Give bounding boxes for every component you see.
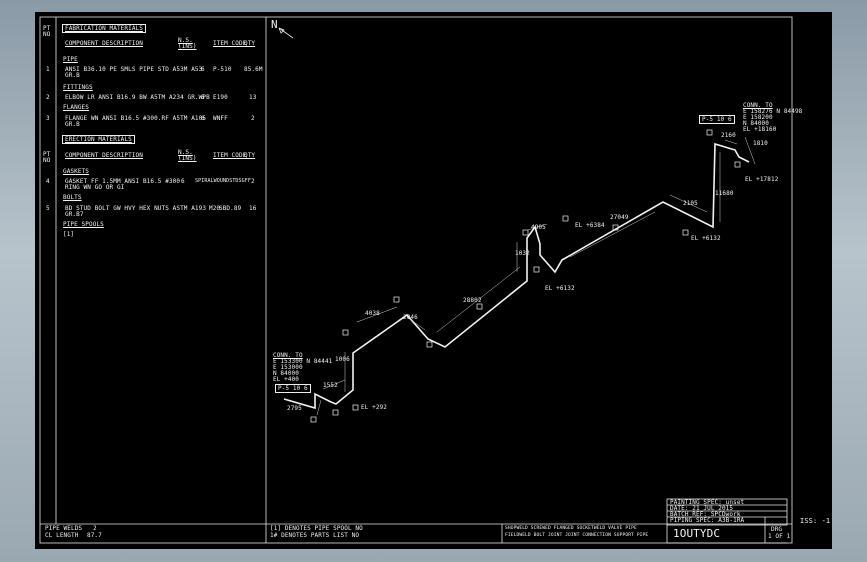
cat-bolts: BOLTS [63,194,82,201]
dim-4038: 4038 [365,310,380,317]
el-17812: EL +17812 [745,176,779,183]
fl-code: WNFF [213,115,228,122]
header-item-2: ITEM CODE [213,152,247,159]
dim-4905: 4905 [531,224,546,231]
drg-sheet: 1 OF 1 [768,533,791,540]
dim-28802: 28802 [463,297,482,304]
gk-desc2: RING WN GO OR GI [65,184,125,191]
dim-1006: 1006 [335,356,350,363]
bt-desc: BD STUD BOLT GW HVY HEX NUTS ASTM A193 [65,205,207,212]
dim-1810: 1810 [753,140,768,147]
bt-desc2: GR.B7 [65,211,84,218]
pipe-spools-heading: PIPE SPOOLS [63,221,104,228]
pipe-route [283,142,750,410]
fabrication-title: FABRICATION MATERIALS [62,24,146,33]
cad-viewport[interactable]: PT NO FABRICATION MATERIALS COMPONENT DE… [35,12,832,549]
gk-qty: 2 [251,178,255,185]
dim-2046: 2046 [403,314,418,321]
gk-no: 4 [46,178,50,185]
legend-row-2: FIELDWELD BOLT JOINT JOINT CONNECTION SU… [505,533,649,538]
el-292: EL +292 [361,404,387,411]
dim-27049: 27049 [610,214,629,221]
pipe-welds-value: 2 [93,525,97,532]
fit-ns: 6 [201,94,205,101]
fl-qty: 2 [251,115,255,122]
bt-qty: 16 [249,205,257,212]
header-ns-2: N.S. (INS) [178,149,197,162]
conn-bottom-el: EL +400 [273,376,299,383]
note-spool: [1] DENOTES PIPE SPOOL NO [270,525,363,532]
gk-code: SPIRALWOUNDSTDSGFF [195,178,251,184]
bt-no: 5 [46,205,50,212]
fit-desc: ELBOW LR ANSI B16.9 BW A5TM A234 GR.WPB [65,94,210,101]
cl-length-value: 87.7 [87,532,102,539]
note-parts: 1# DENOTES PARTS LIST NO [270,532,360,539]
cat-fittings: FITTINGS [63,84,93,91]
pipe-code: P-510 [213,66,232,73]
pipe-ns: 6 [201,66,205,73]
spool-1: [1] [63,231,75,238]
pipe-qty: 85.6M [244,66,263,73]
header-qty: QTY [244,40,256,47]
issue-number: ISS: -1 [800,517,831,525]
header-ns: N.S. (INS) [178,37,197,50]
fit-no: 2 [46,94,50,101]
pipe-desc: ANSI B36.10 PE SMLS PIPE STD A53M A53 [65,66,203,73]
isometric-drawing [39,16,793,544]
header-component-2: COMPONENT DESCRIPTION [65,152,143,159]
drawing-number: 1OUTYDC [673,527,721,540]
header-qty-2: QTY [244,152,256,159]
tag-bottom: P-5 10 6 [275,384,311,393]
el-6132-a: EL +6132 [545,285,575,292]
erection-title: ERECTION MATERIALS [62,135,135,144]
dim-2105: 2105 [683,200,698,207]
fl-desc2: GR.B [65,121,80,128]
fit-qty: 13 [249,94,257,101]
header-component: COMPONENT DESCRIPTION [65,40,143,47]
cat-pipe: PIPE [63,56,78,63]
el-6384: EL +6384 [575,222,605,229]
pipe-no: 1 [46,66,50,73]
drg-label: DRG [771,526,783,533]
pipe-welds-label: PIPE WELDS [45,525,83,532]
pipe-desc2: GR.B [65,72,80,79]
fit-code: E190 [213,94,228,101]
pt-no-header-2: PT NO [43,151,51,164]
cat-gaskets: GASKETS [63,168,89,175]
fl-ns: 6 [201,115,205,122]
fl-desc: FLANGE WN ANSI B16.5 #300.RF A5TM A105 [65,115,207,122]
piping-spec: PIPING SPEC: A3B-1RA [670,517,745,524]
conn-top-el: EL +18160 [743,126,777,133]
dim-1552: 1552 [323,382,338,389]
tag-top: P-5 10 6 [699,115,735,124]
gk-ns: 6 [181,178,185,185]
pt-no-header: PT NO [43,25,51,38]
north-label: N [271,18,278,31]
fl-no: 3 [46,115,50,122]
dim-2795: 2795 [287,405,302,412]
cat-flanges: FLANGES [63,104,89,111]
cl-length-label: CL LENGTH [45,532,79,539]
dim-11680: 11680 [715,190,734,197]
legend-row-1: SHOPWELD SCREWED FLANGED SOCKETWELD VALV… [505,526,637,531]
el-6132-b: EL +6132 [691,235,721,242]
dim-1032: 1032 [515,250,530,257]
dim-2160: 2160 [721,132,736,139]
header-item: ITEM CODE [213,40,247,47]
bt-code: SBD.89 [219,205,242,212]
